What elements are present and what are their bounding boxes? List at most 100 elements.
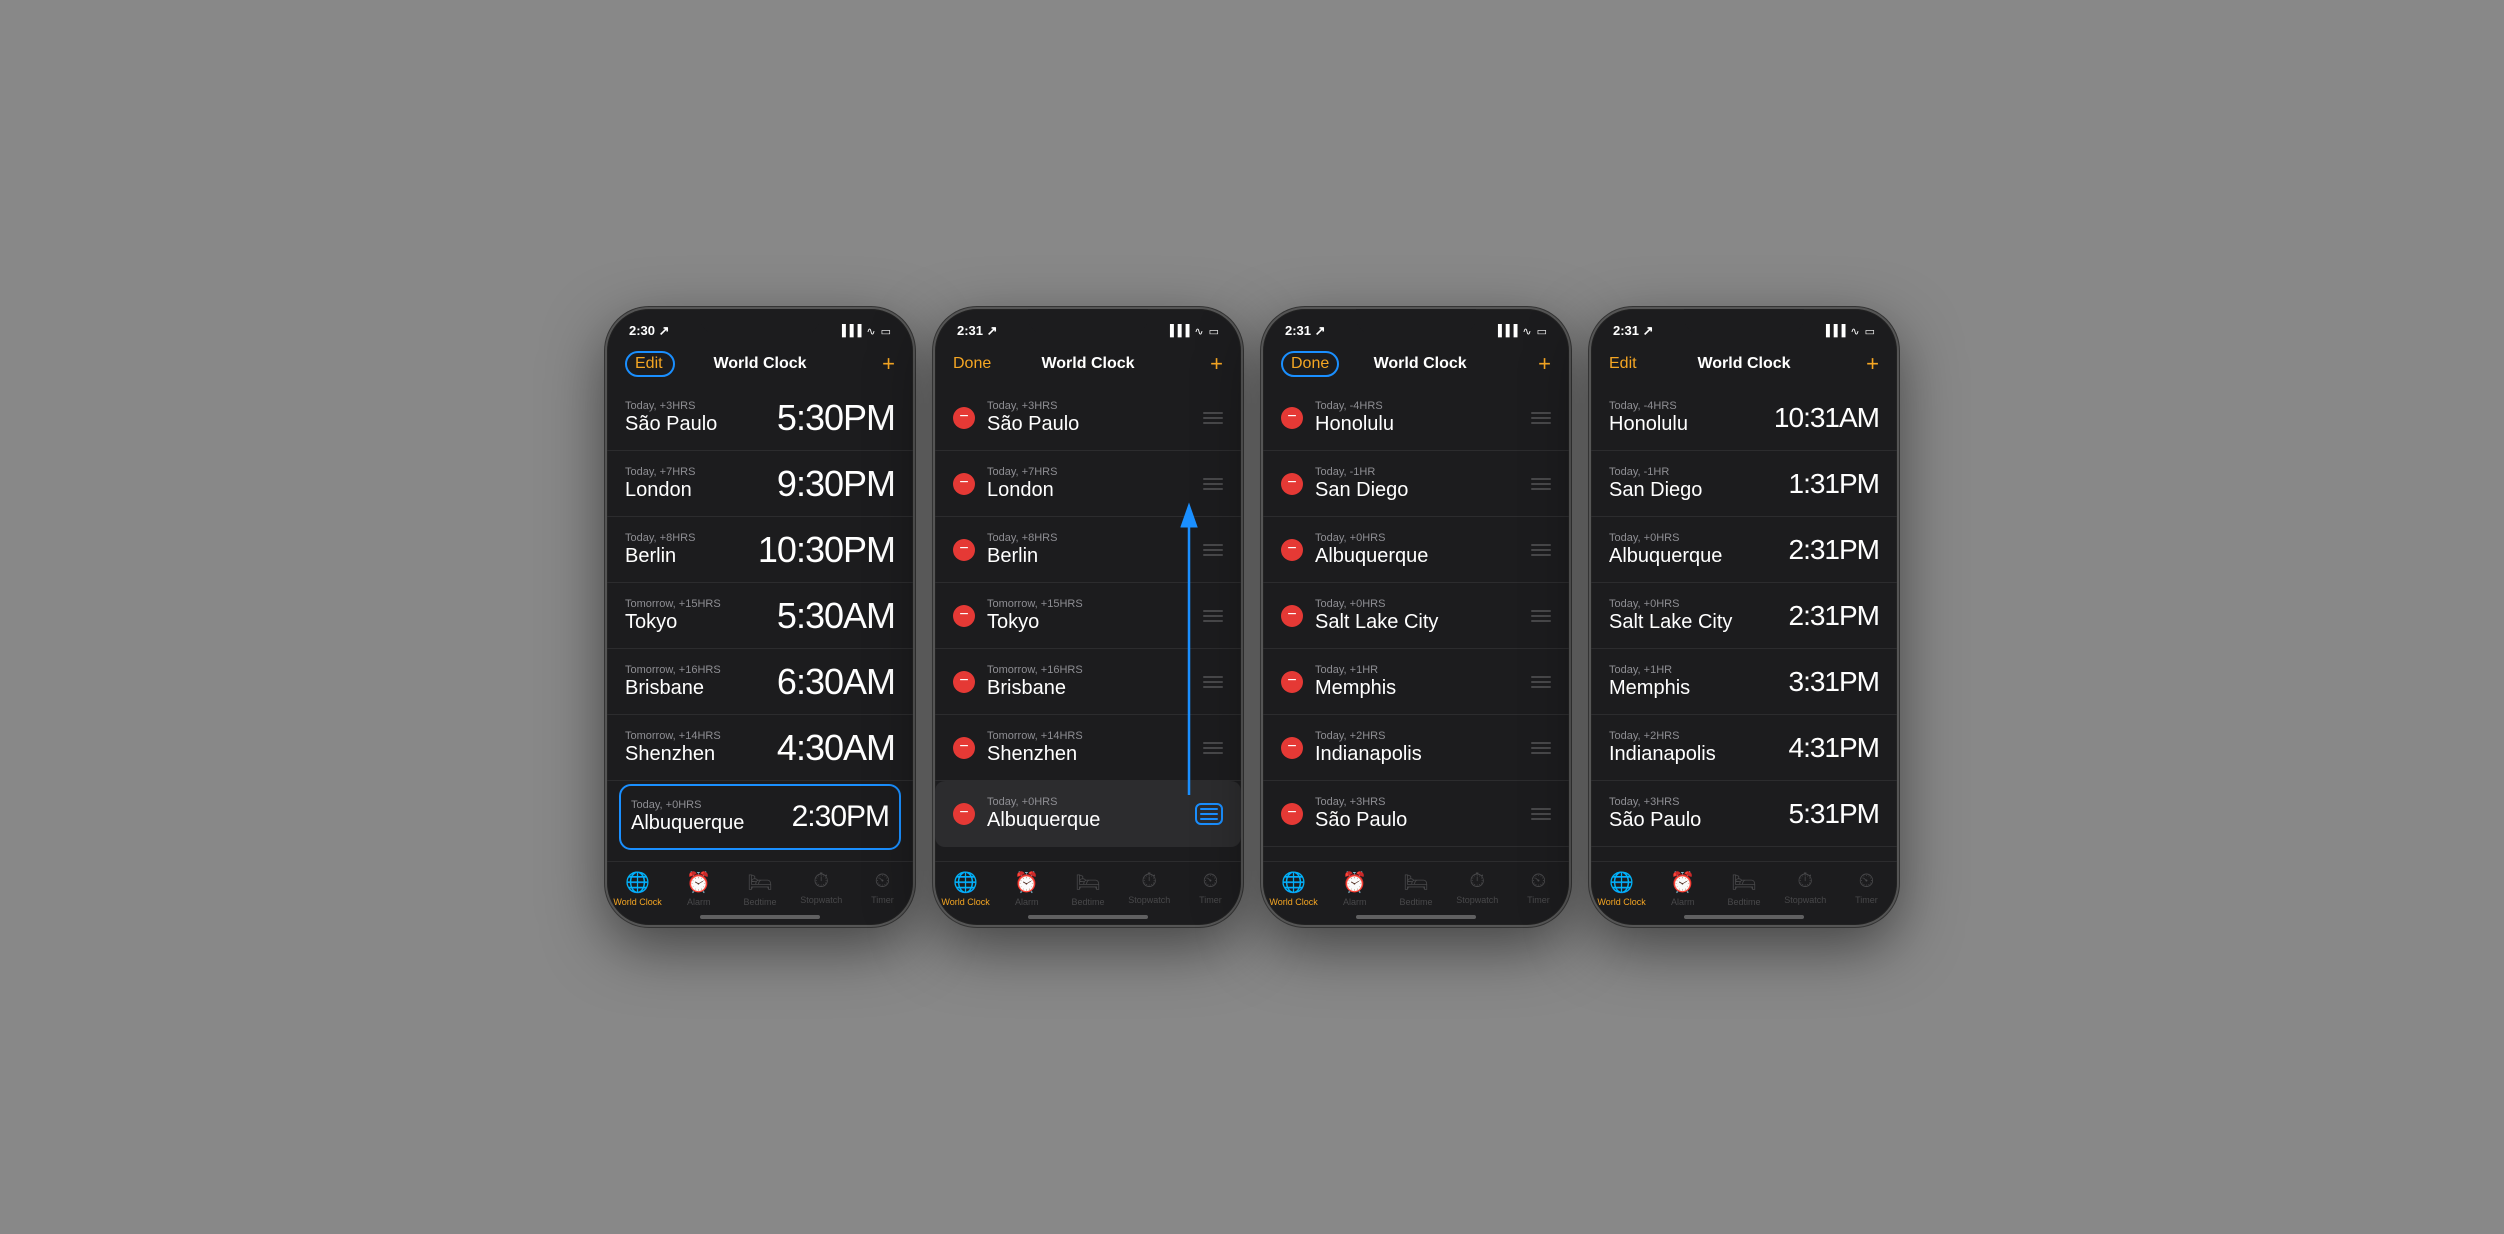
clock-city: Honolulu <box>1315 413 1521 436</box>
clock-label: Today, +0HRS <box>987 796 1185 808</box>
drag-handle[interactable] <box>1531 742 1551 754</box>
clock-city: Albuquerque <box>1315 545 1521 568</box>
tab-item-alarm[interactable]: ⏰Alarm <box>1652 870 1713 907</box>
tab-item-timer[interactable]: ⏲Timer <box>1180 870 1241 905</box>
tab-label: Timer <box>1527 895 1550 905</box>
tab-item-alarm[interactable]: ⏰Alarm <box>996 870 1057 907</box>
clock-label: Today, +0HRS <box>631 799 792 811</box>
tab-item-stopwatch[interactable]: ⏱Stopwatch <box>791 870 852 905</box>
drag-handle[interactable] <box>1203 478 1223 490</box>
clock-item: Today, +3HRSSão Paulo5:31PM <box>1591 781 1897 847</box>
tab-item-alarm[interactable]: ⏰Alarm <box>668 870 729 907</box>
nav-add-button[interactable]: + <box>1829 351 1879 377</box>
clock-city: Honolulu <box>1609 413 1774 436</box>
delete-button[interactable] <box>953 407 975 429</box>
tab-icon-4: ⏲ <box>875 870 891 893</box>
drag-handle[interactable] <box>1531 808 1551 820</box>
drag-handle[interactable] <box>1203 676 1223 688</box>
status-icons: ▐▐▐ ∿ ▭ <box>1494 325 1547 338</box>
clock-info: Today, +0HRSSalt Lake City <box>1609 598 1789 634</box>
clock-city: London <box>625 479 777 502</box>
drag-handle-active[interactable] <box>1195 803 1223 825</box>
tab-item-stopwatch[interactable]: ⏱Stopwatch <box>1119 870 1180 905</box>
clock-city: San Diego <box>1609 479 1789 502</box>
clock-label: Today, +7HRS <box>625 466 777 478</box>
delete-button[interactable] <box>1281 539 1303 561</box>
tab-item-stopwatch[interactable]: ⏱Stopwatch <box>1775 870 1836 905</box>
delete-button[interactable] <box>1281 803 1303 825</box>
tab-label: Alarm <box>1343 897 1367 907</box>
delete-button[interactable] <box>953 671 975 693</box>
delete-button[interactable] <box>1281 473 1303 495</box>
delete-button[interactable] <box>1281 671 1303 693</box>
drag-handle[interactable] <box>1531 412 1551 424</box>
clock-info: Today, +3HRSSão Paulo <box>1315 796 1521 832</box>
delete-button[interactable] <box>1281 407 1303 429</box>
delete-button[interactable] <box>1281 605 1303 627</box>
drag-handle[interactable] <box>1203 610 1223 622</box>
drag-handle[interactable] <box>1531 676 1551 688</box>
clock-label: Today, +3HRS <box>1609 796 1789 808</box>
clock-city: Shenzhen <box>987 743 1193 766</box>
tab-label: Stopwatch <box>1128 895 1170 905</box>
tab-item-bedtime[interactable]: 🛏Bedtime <box>1713 870 1774 907</box>
tab-icon-4: ⏲ <box>1859 870 1875 893</box>
tab-label: Timer <box>1855 895 1878 905</box>
tab-item-world-clock[interactable]: 🌐World Clock <box>1591 870 1652 907</box>
drag-handle[interactable] <box>1531 610 1551 622</box>
clock-item: Today, +7HRSLondon <box>935 451 1241 517</box>
drag-handle[interactable] <box>1203 544 1223 556</box>
tab-item-timer[interactable]: ⏲ Timer <box>1836 870 1897 905</box>
nav-add-button[interactable]: + <box>845 351 895 377</box>
tab-item-alarm[interactable]: ⏰Alarm <box>1324 870 1385 907</box>
wifi-icon: ∿ <box>866 325 875 338</box>
tab-icon-2: 🛏 <box>1731 870 1756 895</box>
clock-item: Tomorrow, +14HRSShenzhen4:30AM <box>607 715 913 781</box>
nav-left-button[interactable]: Done <box>953 355 1003 373</box>
delete-button[interactable] <box>953 605 975 627</box>
tab-item-timer[interactable]: ⏲ Timer <box>852 870 913 905</box>
clock-label: Today, +2HRS <box>1315 730 1521 742</box>
clock-time: 1:31PM <box>1789 468 1880 500</box>
tab-item-timer[interactable]: ⏲Timer <box>1508 870 1569 905</box>
tab-item-bedtime[interactable]: 🛏Bedtime <box>1385 870 1446 907</box>
nav-left-button[interactable]: Edit <box>1609 355 1659 373</box>
tab-item-bedtime[interactable]: 🛏Bedtime <box>1057 870 1118 907</box>
tab-item-stopwatch[interactable]: ⏱Stopwatch <box>1447 870 1508 905</box>
tab-item-world-clock[interactable]: 🌐World Clock <box>607 870 668 907</box>
clock-city: São Paulo <box>1315 809 1521 832</box>
delete-button[interactable] <box>953 473 975 495</box>
tab-label: Stopwatch <box>1456 895 1498 905</box>
clock-item: Tomorrow, +16HRSBrisbane6:30AM <box>607 649 913 715</box>
tab-label: Bedtime <box>743 897 776 907</box>
drag-handle[interactable] <box>1203 742 1223 754</box>
drag-handle[interactable] <box>1203 412 1223 424</box>
nav-add-button[interactable]: + <box>1501 351 1551 377</box>
delete-button[interactable] <box>953 803 975 825</box>
tab-item-world-clock[interactable]: 🌐World Clock <box>1263 870 1324 907</box>
delete-button[interactable] <box>953 737 975 759</box>
clock-item: Tomorrow, +15HRSTokyo <box>935 583 1241 649</box>
clock-time: 10:30PM <box>758 529 895 571</box>
drag-handle[interactable] <box>1531 478 1551 490</box>
tab-label: Timer <box>871 895 894 905</box>
tab-item-bedtime[interactable]: 🛏Bedtime <box>729 870 790 907</box>
nav-title: World Clock <box>1697 355 1790 373</box>
clock-city: Tokyo <box>625 611 777 634</box>
nav-left-button[interactable]: Done <box>1281 351 1339 377</box>
clock-item: Tomorrow, +14HRSShenzhen <box>935 715 1241 781</box>
delete-button[interactable] <box>1281 737 1303 759</box>
drag-handle[interactable] <box>1531 544 1551 556</box>
tab-item-world-clock[interactable]: 🌐World Clock <box>935 870 996 907</box>
delete-button[interactable] <box>953 539 975 561</box>
clock-item: Today, +3HRSSão Paulo <box>1263 781 1569 847</box>
tab-label: Alarm <box>1671 897 1695 907</box>
clock-info: Today, +8HRSBerlin <box>987 532 1193 568</box>
clock-city: Berlin <box>987 545 1193 568</box>
nav-left-button[interactable]: Edit <box>625 351 675 377</box>
tab-icon-2: 🛏 <box>1075 870 1100 895</box>
tab-bar: 🌐World Clock⏰Alarm🛏Bedtime⏱Stopwatch⏲Tim… <box>1263 861 1569 911</box>
nav-add-button[interactable]: + <box>1173 351 1223 377</box>
clock-info: Today, +3HRSSão Paulo <box>987 400 1193 436</box>
tab-bar: 🌐World Clock⏰Alarm🛏Bedtime⏱Stopwatch ⏲ Tim… <box>1591 861 1897 911</box>
